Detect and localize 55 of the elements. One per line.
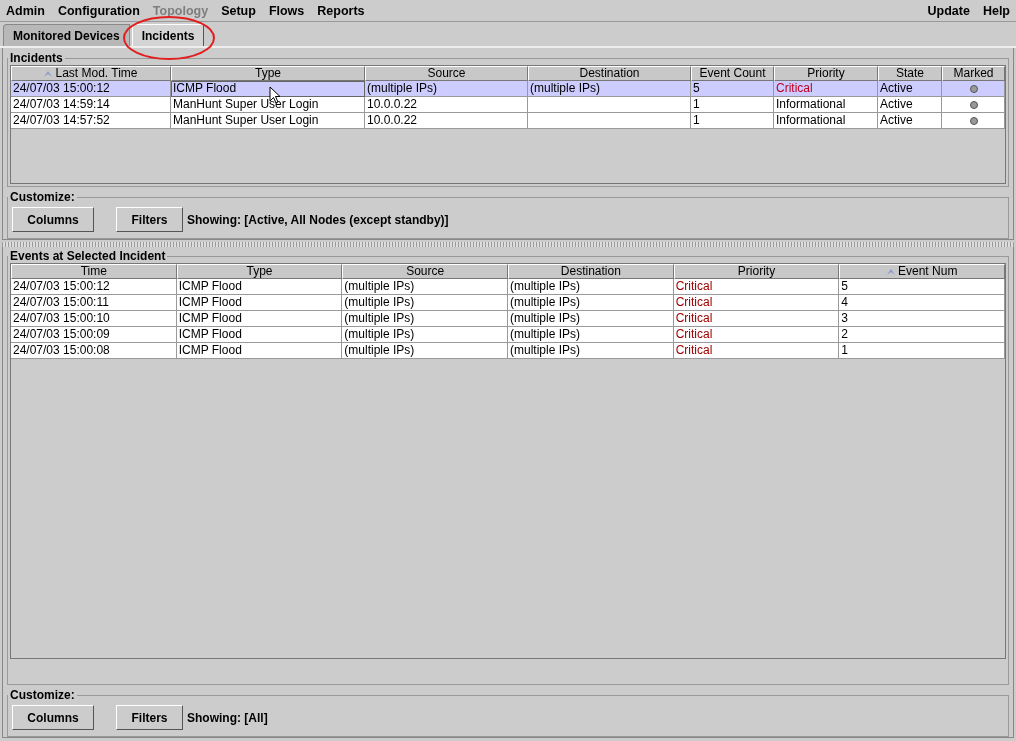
filter-summary: Showing: [Active, All Nodes (except standby)] (187, 212, 449, 227)
column-header[interactable]: Time (11, 264, 177, 279)
splitter-handle[interactable] (2, 242, 1014, 247)
column-header[interactable]: Destination (528, 66, 691, 81)
column-header[interactable]: Marked (942, 66, 1005, 81)
toolbar-button[interactable]: Columns (12, 705, 94, 730)
column-header[interactable]: Event Count (691, 66, 774, 81)
menu-item[interactable]: Flows (268, 3, 305, 18)
tab[interactable]: Monitored Devices (3, 24, 130, 46)
group-title: Incidents (9, 51, 64, 65)
column-header[interactable]: Type (171, 66, 365, 81)
group-title: Events at Selected Incident (9, 249, 167, 263)
column-header[interactable]: Last Mod. Time (11, 66, 171, 81)
table-cell: 1 (839, 343, 1006, 359)
column-header[interactable]: Type (176, 264, 343, 279)
column-header[interactable]: Event Num (839, 264, 1006, 279)
table-cell: ICMP Flood (176, 343, 343, 359)
menu-item[interactable]: Configuration (57, 3, 140, 18)
table-cell: 24/07/03 14:57:52 (11, 113, 171, 129)
table-cell: 1 (691, 113, 774, 129)
group-title: Customize: (9, 190, 76, 204)
table-cell: Informational (774, 113, 878, 129)
group-title: Customize: (9, 688, 76, 702)
menu-item[interactable]: Reports (317, 3, 365, 18)
column-header[interactable]: Destination (508, 264, 674, 279)
table-cell: Critical (673, 343, 840, 359)
menu-item[interactable]: Help (982, 3, 1010, 18)
table-cell: 24/07/03 15:00:08 (11, 343, 177, 359)
table-row[interactable]: 24/07/03 14:59:14 ManHunt Super User Login 10.0.0.22 1 Informational Active (11, 97, 1005, 113)
toolbar-button[interactable]: Columns (12, 207, 94, 232)
menu-item[interactable]: Setup (221, 3, 256, 18)
tab[interactable]: Incidents (131, 24, 205, 46)
table-cell: 10.0.0.22 (365, 113, 528, 129)
table-cell: ManHunt Super User Login (171, 113, 365, 129)
menu-item[interactable]: Admin (6, 3, 45, 18)
table-cell: (multiple IPs) (508, 343, 674, 359)
marked-dot-icon[interactable] (970, 100, 978, 109)
filter-summary: Showing: [All] (187, 710, 268, 725)
sort-icon (44, 70, 53, 77)
marked-dot-icon[interactable] (970, 84, 978, 93)
column-header[interactable]: Priority (673, 264, 840, 279)
column-header[interactable]: State (878, 66, 942, 81)
marked-dot-icon[interactable] (970, 116, 978, 125)
table-cell: Active (878, 113, 942, 129)
column-header[interactable]: Source (342, 264, 508, 279)
table-cell: ICMP Flood (171, 81, 365, 97)
column-header[interactable]: Priority (774, 66, 878, 81)
toolbar-button[interactable]: Filters (116, 207, 183, 232)
table-cell: (multiple IPs) (342, 343, 508, 359)
table-row[interactable]: 24/07/03 15:00:12 ICMP Flood (multiple IPs) (multiple IPs) 5 Critical Active (11, 81, 1005, 97)
menu-item[interactable]: Update (927, 3, 970, 18)
table-row[interactable]: 24/07/03 14:57:52 ManHunt Super User Login 10.0.0.22 1 Informational Active (11, 113, 1005, 129)
column-header[interactable]: Source (365, 66, 528, 81)
sort-icon (887, 268, 895, 275)
toolbar-button[interactable]: Filters (116, 705, 183, 730)
